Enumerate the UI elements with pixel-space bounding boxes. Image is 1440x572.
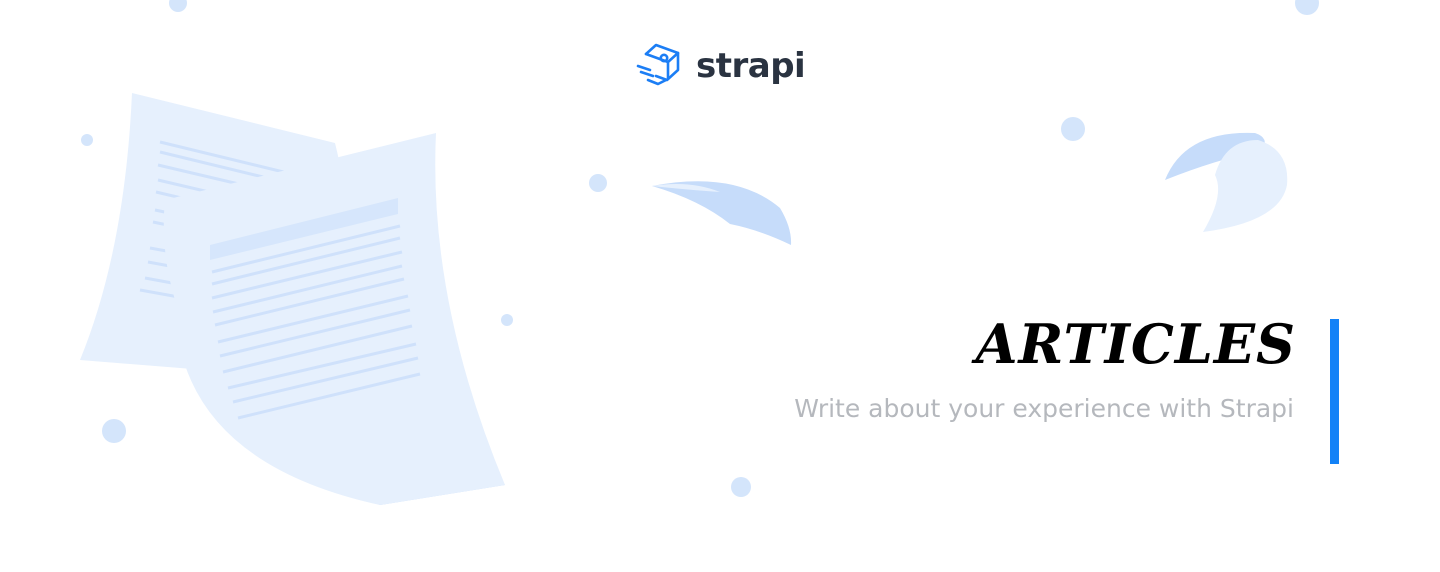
paper-sheet-icon bbox=[163, 133, 505, 505]
curled-paper-icon bbox=[1165, 132, 1288, 232]
curled-paper-icon bbox=[652, 181, 792, 245]
circle-dot-icon bbox=[81, 134, 93, 146]
circle-dot-icon bbox=[1061, 117, 1085, 141]
circle-dot-icon bbox=[731, 477, 751, 497]
circle-dot-icon bbox=[102, 419, 126, 443]
circle-dot-icon bbox=[589, 174, 607, 192]
hero-banner: strapi ARTICLES Write about your experie… bbox=[0, 0, 1440, 572]
circle-dot-icon bbox=[169, 0, 187, 12]
page-title: ARTICLES bbox=[975, 312, 1296, 376]
brand-header: strapi bbox=[634, 40, 806, 92]
brand-name: strapi bbox=[696, 46, 806, 86]
circle-dot-icon bbox=[501, 314, 513, 326]
page-subtitle: Write about your experience with Strapi bbox=[794, 394, 1294, 423]
accent-bar bbox=[1330, 319, 1339, 464]
circle-dot-icon bbox=[1295, 0, 1319, 15]
strapi-logo-icon bbox=[636, 43, 680, 86]
